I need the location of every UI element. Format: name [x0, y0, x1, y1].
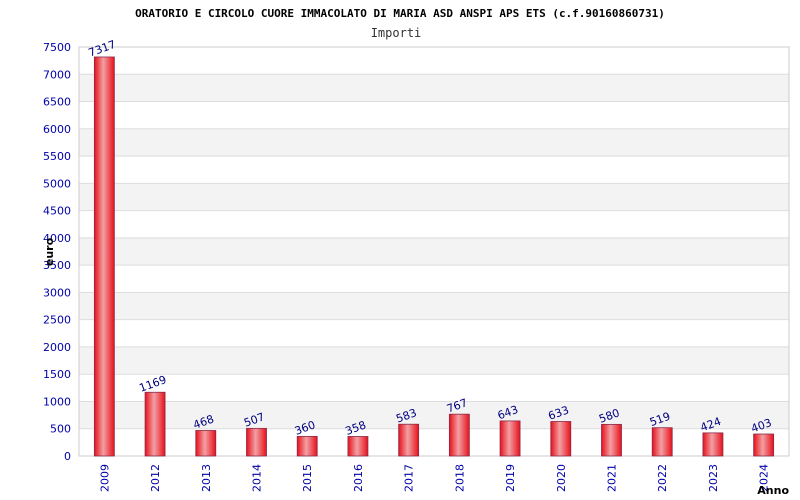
x-tick-label-2015: 2015 — [301, 464, 314, 492]
background-band — [79, 128, 789, 157]
background-band — [79, 183, 789, 211]
x-axis-title: Anno — [757, 484, 789, 497]
bar-2022 — [651, 427, 673, 457]
x-tick-label-2021: 2021 — [606, 464, 619, 492]
chart: 0500100015002000250030003500400045005000… — [43, 7, 790, 497]
bar-2015 — [296, 435, 318, 457]
background-band — [79, 346, 789, 375]
y-tick-label: 6500 — [43, 96, 71, 109]
y-tick-label: 7000 — [43, 68, 71, 81]
y-tick-label: 3000 — [43, 286, 71, 299]
background-band — [79, 74, 789, 102]
y-tick-label: 5500 — [43, 150, 71, 163]
x-tick-label-2018: 2018 — [453, 464, 466, 492]
y-tick-label: 1000 — [43, 395, 71, 408]
y-axis-title: euro — [43, 237, 56, 266]
y-tick-label: 2000 — [43, 341, 71, 354]
x-tick-label-2014: 2014 — [251, 464, 264, 492]
data-label-2012: 1169 — [137, 373, 168, 395]
y-tick-label: 1500 — [43, 368, 71, 381]
x-axis-ticks: 2009 2012 2013 2014 2015 2016 2017 2018 2019 2020… — [98, 464, 770, 492]
chart-subtitle: Importi — [371, 26, 422, 40]
chart-title: ORATORIO E CIRCOLO CUORE IMMACOLATO DI M… — [135, 7, 665, 20]
y-tick-label: 5000 — [43, 177, 71, 190]
bar-2016 — [347, 436, 369, 457]
x-tick-label-2019: 2019 — [504, 464, 517, 492]
y-tick-label: 7500 — [43, 41, 71, 54]
bar-2012 — [144, 391, 166, 457]
data-label-2009: 7317 — [87, 38, 118, 60]
background-bands — [79, 74, 789, 429]
bar-2024 — [753, 433, 775, 457]
bar-2018 — [448, 413, 470, 457]
bar-2019 — [499, 420, 521, 457]
x-tick-label-2022: 2022 — [656, 464, 669, 492]
x-tick-label-2016: 2016 — [352, 464, 365, 492]
bar-2014 — [246, 427, 267, 457]
x-tick-label-2009: 2009 — [98, 464, 111, 492]
x-tick-label-2012: 2012 — [149, 464, 162, 492]
x-tick-label-2013: 2013 — [200, 464, 213, 492]
bar-2009 — [93, 56, 115, 457]
x-tick-label-2020: 2020 — [555, 464, 568, 492]
background-band — [79, 401, 789, 429]
y-tick-label: 4500 — [43, 205, 71, 218]
x-tick-label-2017: 2017 — [403, 464, 416, 492]
background-band — [79, 237, 789, 266]
bar-2017 — [398, 423, 420, 457]
x-tick-label-2023: 2023 — [707, 464, 720, 492]
background-band — [79, 292, 789, 320]
bar-2020 — [550, 421, 572, 457]
y-tick-label: 2500 — [43, 314, 71, 327]
bar-2023 — [702, 432, 724, 457]
y-tick-label: 500 — [50, 423, 71, 436]
y-tick-label: 0 — [64, 450, 71, 463]
y-tick-label: 6000 — [43, 123, 71, 136]
bar-2021 — [601, 423, 622, 457]
bar-2013 — [195, 430, 217, 457]
